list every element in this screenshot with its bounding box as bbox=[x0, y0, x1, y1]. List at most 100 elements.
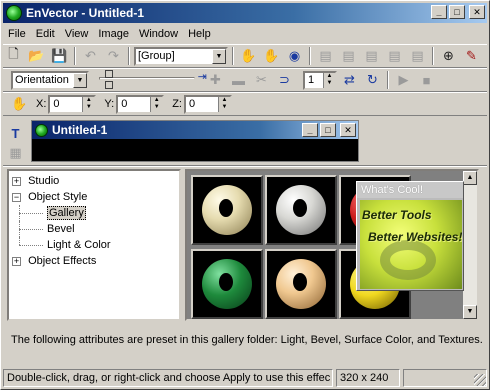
x-stepper[interactable]: 0 ▲ ▼ bbox=[48, 94, 97, 114]
title-bar[interactable]: EnVector - Untitled-1 _ □ ✕ bbox=[3, 3, 487, 23]
tree-item-label: Object Effects bbox=[28, 255, 97, 267]
frame-value: 1 bbox=[308, 73, 315, 86]
expand-icon[interactable]: + bbox=[12, 256, 21, 266]
slider-end-icon[interactable]: ⇥ bbox=[198, 70, 207, 83]
stop-icon[interactable]: ■ bbox=[416, 70, 437, 90]
chevron-down-icon[interactable]: ▼ bbox=[73, 72, 87, 88]
slider-thumb-bottom[interactable] bbox=[105, 81, 113, 89]
range-slider[interactable]: ⇥ bbox=[99, 70, 207, 90]
toolbar-separator bbox=[387, 71, 389, 89]
menu-window[interactable]: Window bbox=[134, 28, 183, 40]
y-stepper[interactable]: 0 ▲ ▼ bbox=[116, 94, 165, 114]
layer3-icon[interactable]: ▤ bbox=[361, 46, 382, 66]
slider-thumb-top[interactable] bbox=[105, 70, 113, 78]
maximize-button[interactable]: □ bbox=[449, 5, 465, 19]
panel-splitter[interactable] bbox=[3, 165, 487, 167]
tree-item-label: Bevel bbox=[47, 223, 75, 235]
doc-close-button[interactable]: ✕ bbox=[340, 123, 356, 137]
loop-icon[interactable]: ⊃ bbox=[274, 70, 295, 90]
toolbar-separator bbox=[432, 47, 434, 65]
redo-icon[interactable]: ↷ bbox=[103, 46, 124, 66]
toolbar-separator bbox=[74, 47, 76, 65]
torus-icon bbox=[202, 259, 252, 309]
torus-icon bbox=[202, 185, 252, 235]
document-title-bar[interactable]: Untitled-1 _ □ ✕ bbox=[32, 121, 358, 139]
remove-point-icon[interactable]: ▬ bbox=[228, 70, 249, 90]
expand-icon[interactable]: + bbox=[12, 176, 21, 186]
globe-icon[interactable]: ⊕ bbox=[438, 46, 459, 66]
layer1-icon[interactable]: ▤ bbox=[315, 46, 336, 66]
torus-icon bbox=[276, 185, 326, 235]
menu-view[interactable]: View bbox=[60, 28, 94, 40]
chevron-down-icon[interactable]: ▼ bbox=[212, 48, 226, 64]
hand-icon[interactable]: ✋ bbox=[238, 46, 259, 66]
gallery-thumb-cream-torus[interactable] bbox=[191, 175, 263, 245]
scissors-icon[interactable]: ✂ bbox=[251, 70, 272, 90]
gallery-thumb-white-torus[interactable] bbox=[265, 175, 337, 245]
menu-help[interactable]: Help bbox=[183, 28, 216, 40]
document-canvas[interactable] bbox=[32, 139, 358, 161]
layer5-icon[interactable]: ▤ bbox=[407, 46, 428, 66]
tree-item-bevel[interactable]: Bevel bbox=[9, 221, 179, 237]
refresh-icon[interactable]: ↻ bbox=[362, 70, 383, 90]
text-tool-icon[interactable]: T bbox=[5, 123, 26, 143]
tree-item-object-style[interactable]: − Object Style bbox=[9, 189, 179, 205]
tree-item-label: Gallery bbox=[47, 206, 86, 220]
app-icon[interactable] bbox=[6, 5, 22, 21]
rotate-hand-icon[interactable]: ✋ bbox=[261, 46, 282, 66]
add-point-icon[interactable]: ✚ bbox=[205, 70, 226, 90]
edit-icon[interactable]: ✎ bbox=[461, 46, 482, 66]
popup-line2: Better Websites! bbox=[368, 230, 462, 244]
scroll-down-icon[interactable]: ▼ bbox=[463, 305, 477, 319]
menu-edit[interactable]: Edit bbox=[31, 28, 60, 40]
move-hand-icon[interactable]: ✋ bbox=[9, 94, 30, 114]
main-toolbar: 🗋 📂 💾 ↶ ↷ [Group] ▼ ✋ ✋ ◉ ▤ ▤ ▤ ▤ ▤ ⊕ ✎ bbox=[3, 44, 487, 68]
spin-arrows-icon[interactable]: ▲ ▼ bbox=[150, 96, 163, 112]
menu-image[interactable]: Image bbox=[93, 28, 134, 40]
rewind-icon[interactable]: ⇄ bbox=[339, 70, 360, 90]
layer4-icon[interactable]: ▤ bbox=[384, 46, 405, 66]
tree-item-object-effects[interactable]: + Object Effects bbox=[9, 253, 179, 269]
spin-arrows-icon[interactable]: ▲ ▼ bbox=[323, 72, 335, 88]
collapse-icon[interactable]: − bbox=[12, 192, 21, 202]
x-label: X: bbox=[36, 98, 47, 110]
close-button[interactable]: ✕ bbox=[469, 5, 485, 19]
menu-file[interactable]: File bbox=[3, 28, 31, 40]
tree-item-gallery[interactable]: Gallery bbox=[9, 205, 179, 221]
resize-grip-icon[interactable] bbox=[474, 374, 486, 386]
orientation-combo-value: Orientation bbox=[15, 74, 69, 86]
popup-banner[interactable]: Better Tools Better Websites! bbox=[360, 200, 462, 289]
gallery-thumb-peach-torus[interactable] bbox=[265, 249, 337, 319]
style-tree[interactable]: + Studio − Object Style Gallery Bevel Li… bbox=[7, 169, 181, 321]
scroll-up-icon[interactable]: ▲ bbox=[463, 171, 477, 185]
select-target-icon[interactable]: ◉ bbox=[284, 46, 305, 66]
tree-item-light-color[interactable]: Light & Color bbox=[9, 237, 179, 253]
y-value: 0 bbox=[121, 97, 128, 110]
whats-cool-popup[interactable]: What's Cool! Better Tools Better Website… bbox=[356, 181, 464, 291]
gallery-description: The following attributes are preset in t… bbox=[11, 334, 483, 346]
tree-item-studio[interactable]: + Studio bbox=[9, 173, 179, 189]
new-icon[interactable]: 🗋 bbox=[3, 46, 24, 66]
toolbar-separator bbox=[309, 47, 311, 65]
gallery-thumb-green-torus[interactable] bbox=[191, 249, 263, 319]
save-icon[interactable]: 💾 bbox=[49, 46, 70, 66]
status-size: 320 x 240 bbox=[336, 369, 400, 387]
minimize-button[interactable]: _ bbox=[431, 5, 447, 19]
gallery-scrollbar[interactable]: ▲ ▼ bbox=[463, 171, 477, 319]
undo-icon[interactable]: ↶ bbox=[80, 46, 101, 66]
frame-stepper[interactable]: 1 ▲ ▼ bbox=[303, 70, 337, 90]
doc-minimize-button[interactable]: _ bbox=[302, 123, 318, 137]
y-label: Y: bbox=[104, 98, 115, 110]
doc-maximize-button[interactable]: □ bbox=[320, 123, 336, 137]
layer2-icon[interactable]: ▤ bbox=[338, 46, 359, 66]
open-icon[interactable]: 📂 bbox=[26, 46, 47, 66]
group-combo[interactable]: [Group] ▼ bbox=[134, 46, 228, 66]
grid-tool-icon[interactable]: ▦ bbox=[5, 143, 26, 163]
z-stepper[interactable]: 0 ▲ ▼ bbox=[183, 94, 232, 114]
spin-arrows-icon[interactable]: ▲ ▼ bbox=[82, 96, 95, 112]
spin-arrows-icon[interactable]: ▲ ▼ bbox=[217, 96, 230, 112]
x-value: 0 bbox=[53, 97, 60, 110]
play-icon[interactable]: ▶ bbox=[393, 70, 414, 90]
orientation-combo[interactable]: Orientation ▼ bbox=[11, 70, 89, 90]
torus-icon bbox=[276, 259, 326, 309]
